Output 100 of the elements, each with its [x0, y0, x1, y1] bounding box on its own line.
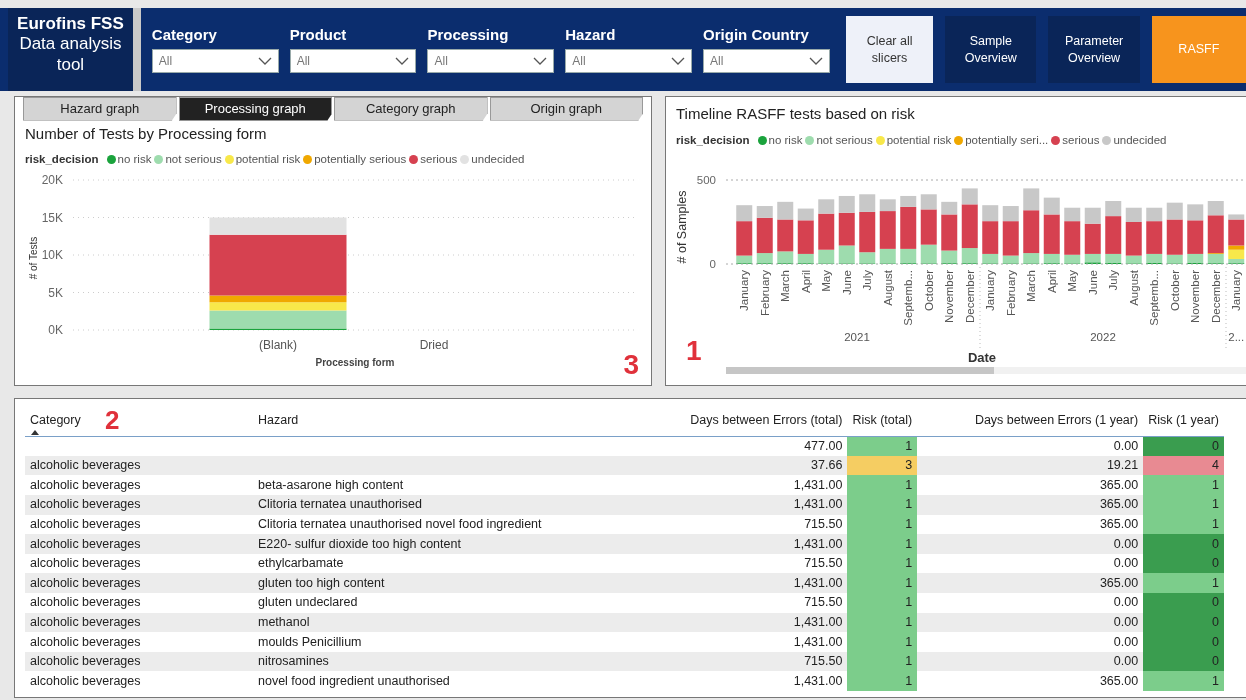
- table-cell: alcoholic beverages: [25, 534, 253, 554]
- app-title: Eurofins FSS Data analysis tool: [8, 8, 141, 91]
- axis-tick-label: 0K: [48, 323, 63, 338]
- table-cell: alcoholic beverages: [25, 632, 253, 652]
- axis-tick-label: May: [1066, 269, 1079, 292]
- table-cell: 3: [847, 455, 918, 476]
- axis-tick-label: (Blank): [259, 338, 297, 353]
- panel-number: 2: [105, 407, 120, 433]
- table-cell: 0.00: [917, 436, 1144, 456]
- axis-tick-label: April: [1045, 269, 1058, 293]
- axis-group-label: 2...: [1228, 330, 1245, 343]
- table-cell: 365.00: [917, 495, 1144, 515]
- panel-number: 1: [686, 337, 702, 365]
- axis-tick-label: 5K: [48, 285, 63, 300]
- legend-label: not serious: [816, 132, 873, 148]
- axis-tick-label: August: [881, 269, 894, 306]
- table-cell: 1: [1143, 573, 1224, 593]
- table-cell: 0.00: [917, 534, 1144, 554]
- table-cell: 0.00: [917, 632, 1144, 652]
- table-cell: methanol: [253, 612, 636, 633]
- table-cell: alcoholic beverages: [25, 573, 253, 593]
- table-cell: 37.66: [635, 455, 848, 476]
- table-cell: 4: [1143, 455, 1224, 476]
- axis-title: Processing form: [315, 357, 395, 369]
- table-cell: 1: [847, 632, 918, 652]
- axis-tick-label: January: [738, 269, 751, 311]
- axis-tick-label: Dried: [419, 338, 449, 353]
- table-cell: 1,431.00: [635, 671, 848, 691]
- table-cell: 1,431.00: [635, 573, 848, 593]
- table-cell: 1: [847, 671, 918, 691]
- axis-tick-label: August: [1127, 269, 1140, 306]
- table-cell: 0.00: [917, 651, 1144, 672]
- table-cell: 0.00: [917, 553, 1144, 574]
- table-cell: 365.00: [917, 671, 1144, 691]
- table-cell: 365.00: [917, 514, 1144, 535]
- axis-tick-label: April: [799, 269, 812, 293]
- panel-number: 3: [623, 351, 639, 379]
- table-cell: 0: [1143, 436, 1224, 456]
- table-cell: 715.50: [635, 514, 848, 535]
- table-cell: nitrosamines: [253, 651, 636, 672]
- table-cell: 1: [847, 651, 918, 672]
- table-cell: 19.21: [917, 455, 1144, 476]
- chart-title: Number of Tests by Processing form: [25, 123, 268, 144]
- table-cell: 1: [847, 514, 918, 535]
- table-cell: 477.00: [635, 436, 848, 456]
- table-cell: gluten undeclared: [253, 593, 636, 613]
- axis-tick-label: July: [1107, 269, 1120, 291]
- table-cell: E220- sulfur dioxide too high content: [253, 534, 636, 554]
- table-cell: 1: [847, 593, 918, 613]
- table-cell: 0: [1143, 612, 1224, 633]
- table-cell: alcoholic beverages: [25, 612, 253, 633]
- axis-tick-label: October: [922, 269, 935, 311]
- axis-tick-label: June: [1086, 269, 1099, 295]
- axis-tick-label: February: [758, 269, 771, 316]
- slicer-label: Origin Country: [703, 25, 810, 45]
- axis-tick-label: December: [963, 269, 976, 323]
- table-cell: 1: [847, 495, 918, 515]
- table-cell: 715.50: [635, 593, 848, 613]
- table-cell: Clitoria ternatea unauthorised: [253, 495, 636, 515]
- legend-label: undecided: [471, 152, 525, 167]
- table-cell: beta-asarone high content: [253, 475, 636, 496]
- axis-tick-label: Septemb...: [1148, 269, 1161, 326]
- table-cell: 365.00: [917, 573, 1144, 593]
- legend-label: no risk: [768, 132, 803, 148]
- axis-tick-label: May: [820, 269, 833, 292]
- chart-title: Timeline RASFF tests based on risk: [676, 104, 916, 124]
- table-cell: 1,431.00: [635, 632, 848, 652]
- table-cell: Clitoria ternatea unauthorised novel food ingredient: [253, 514, 636, 535]
- table-cell: 1: [847, 534, 918, 554]
- axis-group-label: 2022: [1090, 330, 1116, 343]
- legend-label: potential risk: [886, 132, 952, 148]
- table-cell: 1: [847, 475, 918, 496]
- table-cell: 1: [847, 612, 918, 633]
- axis-tick-label: January: [984, 269, 997, 311]
- slicer-label: Hazard: [565, 25, 617, 45]
- legend-label: not serious: [165, 152, 222, 167]
- table-cell: 1: [1143, 475, 1224, 496]
- slicer-label: Category: [151, 25, 218, 45]
- table-cell: 0: [1143, 553, 1224, 574]
- table-cell: 0: [1143, 534, 1224, 554]
- slicer-label: Product: [289, 25, 348, 45]
- axis-tick-label: October: [1168, 269, 1181, 311]
- axis-tick-label: November: [943, 269, 956, 323]
- table-cell: alcoholic beverages: [25, 495, 253, 515]
- legend-label: potential risk: [235, 152, 301, 167]
- table-cell: 0.00: [917, 612, 1144, 633]
- table-cell: alcoholic beverages: [25, 553, 253, 574]
- table-cell: 1,431.00: [635, 534, 848, 554]
- axis-tick-label: February: [1004, 269, 1017, 316]
- legend-label: no risk: [117, 152, 152, 167]
- legend-label: potentially serious: [314, 152, 407, 167]
- table-cell: 1,431.00: [635, 495, 848, 515]
- legend-label: serious: [420, 152, 458, 167]
- table-cell: 1: [847, 573, 918, 593]
- table-cell: 1,431.00: [635, 612, 848, 633]
- table-cell: gluten too high content: [253, 573, 636, 593]
- axis-title: # of Samples: [675, 190, 689, 264]
- table-cell: 0.00: [917, 593, 1144, 613]
- table-cell: alcoholic beverages: [25, 593, 253, 613]
- table-cell: 1: [1143, 671, 1224, 691]
